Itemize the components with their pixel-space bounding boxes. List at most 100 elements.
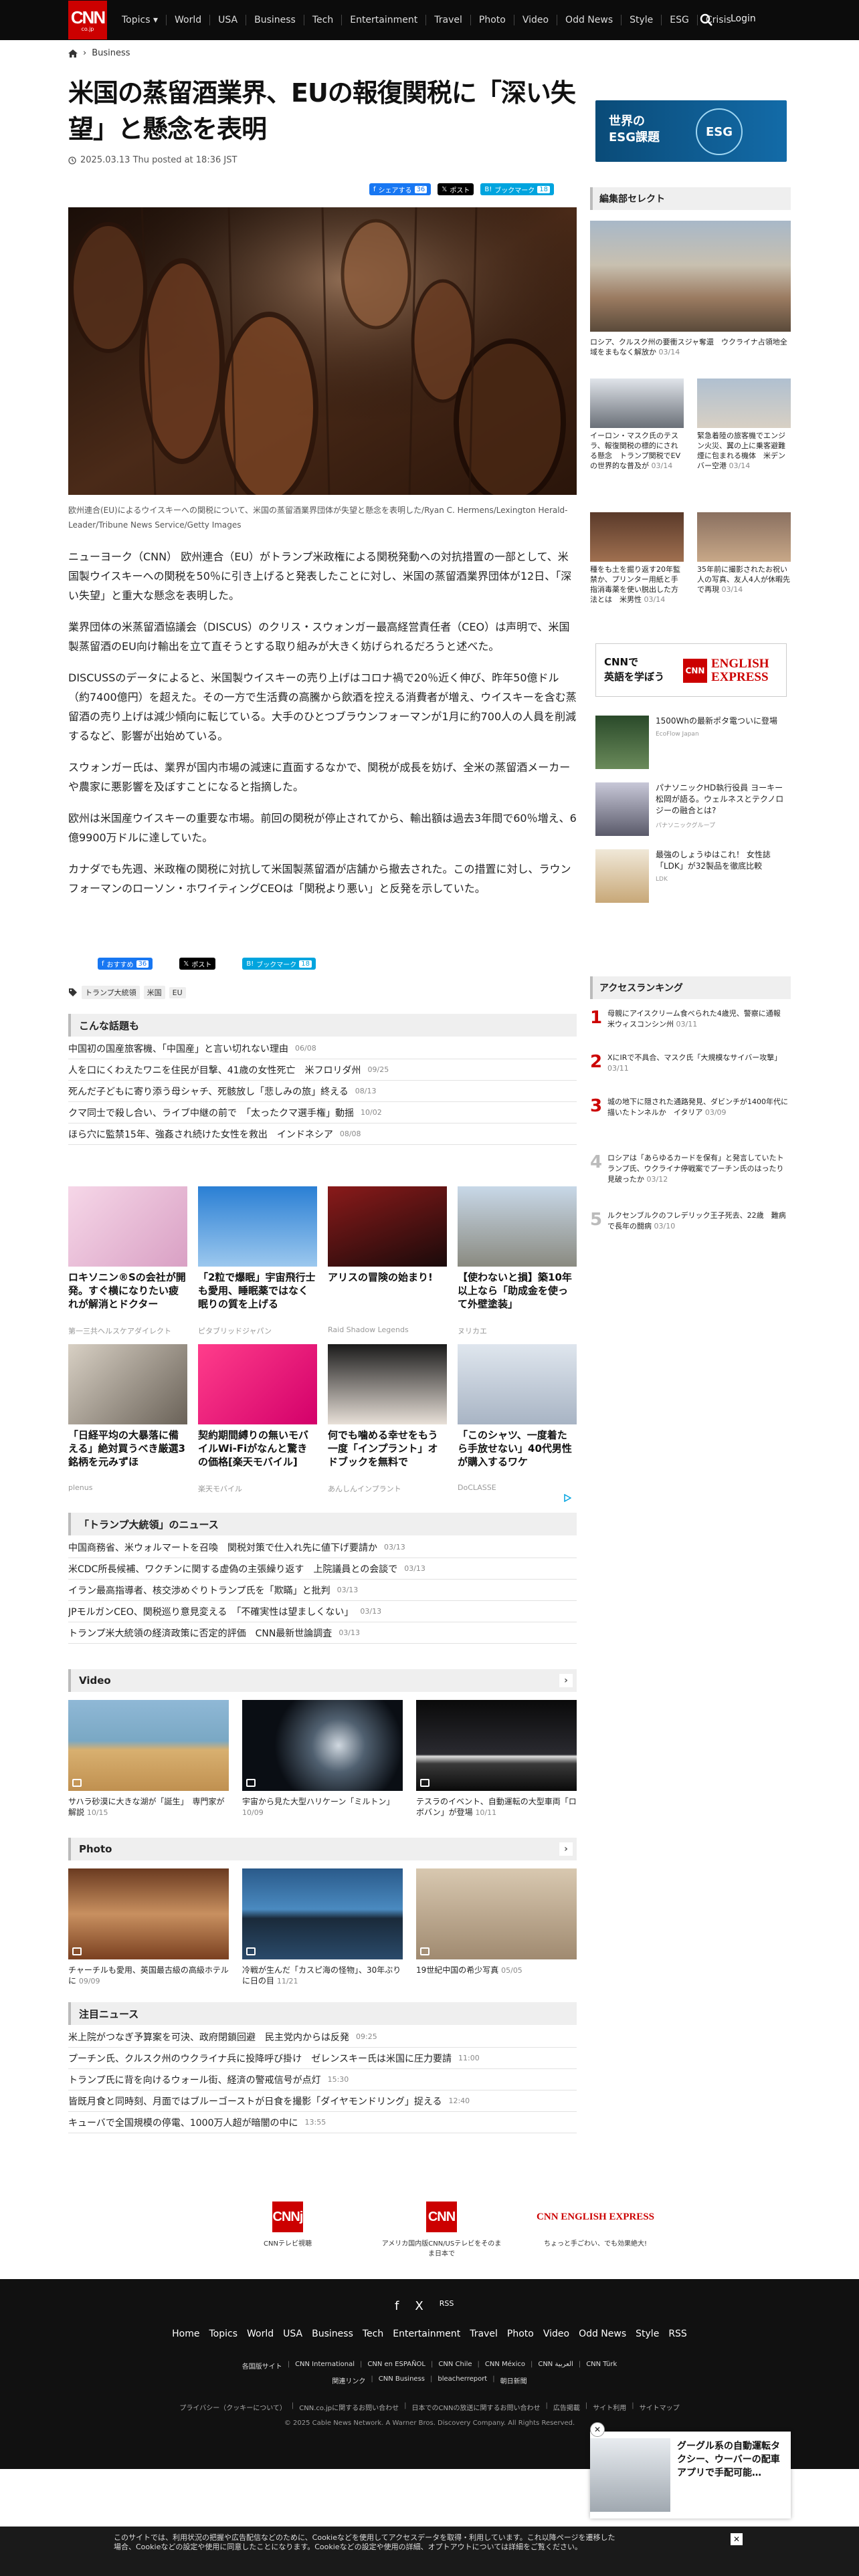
- ranking-item[interactable]: 2 XにIRで不具合、マスク氏「大規模なサイバー攻撃」 03/11: [590, 1053, 791, 1074]
- footer-link[interactable]: 広告掲載: [553, 2402, 580, 2412]
- side-ad[interactable]: 1500Whの最新ポタ電ついに登場 EcoFlow Japan: [595, 716, 789, 769]
- rss-icon[interactable]: RSS: [440, 2299, 454, 2313]
- footer-link[interactable]: CNN.co.jpに関するお問い合わせ: [299, 2402, 399, 2412]
- list-item[interactable]: 皆既月食と同時刻、月面ではブルーゴーストが日食を撮影「ダイヤモンドリング」捉える…: [68, 2090, 577, 2112]
- footer-link[interactable]: Odd News: [579, 2329, 626, 2339]
- footer-link[interactable]: プライバシー（クッキーについて）: [179, 2402, 286, 2412]
- floating-ad[interactable]: グーグル系の自動運転タクシー、ウーバーの配車アプリで手配可能…: [590, 2432, 791, 2518]
- editor-select-card[interactable]: 種をも土を掘り返す20年監禁か、プリンター用紙と手指消毒薬を使い脱出した方法とは…: [590, 512, 684, 605]
- x-post-button[interactable]: 𝕏 ポスト: [179, 958, 216, 970]
- footer-link[interactable]: Video: [543, 2329, 569, 2339]
- sponsored-card[interactable]: 「このシャツ、一度着たら手放せない」40代男性が購入するワケ DoCLASSE: [458, 1344, 577, 1494]
- tag-link[interactable]: 米国: [143, 986, 165, 999]
- footer-link[interactable]: World: [247, 2329, 274, 2339]
- footer-link[interactable]: Entertainment: [393, 2329, 460, 2339]
- facebook-icon[interactable]: f: [395, 2299, 399, 2313]
- sponsored-card[interactable]: ロキソニン®Sの会社が開発。すぐ横になりたい疲れが解消とドクター 第一三共ヘルスケ…: [68, 1186, 187, 1336]
- photo-card[interactable]: 19世紀中国の希少写真 05/05: [416, 1868, 577, 1987]
- footer-link[interactable]: サイトマップ: [640, 2402, 680, 2412]
- x-icon[interactable]: X: [415, 2299, 423, 2313]
- footer-link[interactable]: CNN en ESPAÑOL: [367, 2361, 425, 2371]
- list-item[interactable]: クマ同士で殺し合い、ライブ中継の前で 「太ったクマ選手権」動揺 10/02: [68, 1102, 577, 1123]
- list-item[interactable]: ほら穴に監禁15年、強姦され続けた女性を救出 インドネシア 08/08: [68, 1123, 577, 1145]
- sponsored-card[interactable]: 契約期間縛りの無いモバイルWi-Fiがなんと驚きの価格[楽天モバイル] 楽天モバイ…: [198, 1344, 317, 1494]
- breadcrumb-business[interactable]: Business: [92, 48, 130, 58]
- list-item[interactable]: 死んだ子どもに寄り添う母シャチ、死骸放し「悲しみの旅」終える 08/13: [68, 1081, 577, 1102]
- editor-select-main[interactable]: [590, 221, 791, 332]
- cnn-logo[interactable]: CNN co.jp: [68, 1, 107, 39]
- nav-world[interactable]: World: [167, 15, 211, 25]
- list-item[interactable]: トランプ氏に背を向けるウォール街、経済の警戒信号が点灯 15:30: [68, 2069, 577, 2090]
- facebook-recommend-button[interactable]: f おすすめ 36: [98, 958, 153, 970]
- list-item[interactable]: JPモルガンCEO、関税巡り意見変える 「不確実性は望ましくない」 03/13: [68, 1601, 577, 1622]
- ranking-item[interactable]: 5 ルクセンブルクのフレデリック王子死去、22歳 難病で長年の闘病 03/10: [590, 1210, 791, 1232]
- footer-link[interactable]: Home: [172, 2329, 199, 2339]
- list-item[interactable]: キューバで全国規模の停電、1000万人超が暗闇の中に 13:55: [68, 2112, 577, 2133]
- nav-photo[interactable]: Photo: [471, 15, 514, 25]
- photo-card[interactable]: 冷戦が生んだ「カスピ海の怪物」、30年ぶりに日の目 11/21: [242, 1868, 403, 1987]
- footer-link[interactable]: CNN México: [485, 2361, 525, 2371]
- promo-english-express[interactable]: CNN ENGLISH EXPRESS ちょっと手ごわい、でも効果絶大!: [535, 2200, 656, 2258]
- hatena-bookmark-button[interactable]: B! ブックマーク 18: [242, 958, 316, 970]
- editor-select-card[interactable]: 緊急着陸の旅客機でエンジン火災、翼の上に乗客避難 煙に包まれる機体 米デンバー空…: [697, 379, 791, 471]
- nav-style[interactable]: Style: [622, 15, 662, 25]
- close-icon[interactable]: ✕: [590, 2422, 605, 2437]
- facebook-share-button[interactable]: f シェアする 36: [369, 183, 432, 195]
- list-item[interactable]: 中国初の国産旅客機、「中国産」と言い切れない理由 06/08: [68, 1038, 577, 1059]
- video-card[interactable]: 宇宙から見た大型ハリケーン「ミルトン」 10/09: [242, 1700, 403, 1818]
- nav-usa[interactable]: USA: [210, 15, 247, 25]
- list-item[interactable]: トランプ米大統領の経済政策に否定的評価 CNN最新世論調査 03/13: [68, 1622, 577, 1644]
- footer-link[interactable]: RSS: [668, 2329, 687, 2339]
- tag-link[interactable]: トランプ大統領: [82, 986, 140, 999]
- close-icon[interactable]: ✕: [731, 2533, 743, 2545]
- list-item[interactable]: 米上院がつなぎ予算案を可決、政府閉鎖回避 民主党内からは反発 09:25: [68, 2026, 577, 2048]
- footer-link[interactable]: 朝日新聞: [500, 2375, 527, 2385]
- sponsored-card[interactable]: アリスの冒険の始まり! Raid Shadow Legends: [328, 1186, 447, 1336]
- x-post-button[interactable]: 𝕏 ポスト: [438, 183, 474, 195]
- list-item[interactable]: 米CDC所長候補、ワクチンに関する虚偽の主張繰り返す 上院議員との会談で 03/1…: [68, 1558, 577, 1580]
- english-express-banner[interactable]: CNNで 英語を学ぼう CNN ENGLISH EXPRESS: [595, 643, 787, 697]
- photo-card[interactable]: チャーチルも愛用、英国最古級の高級ホテルに 09/09: [68, 1868, 229, 1987]
- nav-tech[interactable]: Tech: [304, 15, 343, 25]
- footer-link[interactable]: サイト利用: [593, 2402, 626, 2412]
- footer-link[interactable]: Tech: [363, 2329, 383, 2339]
- editor-select-card[interactable]: 35年前に撮影されたお祝い人の写真、友人4人が休暇先で再現 03/14: [697, 512, 791, 605]
- home-icon[interactable]: [68, 49, 78, 58]
- tag-link[interactable]: EU: [169, 986, 186, 998]
- esg-banner[interactable]: 世界の ESG課題 ESG: [595, 100, 787, 162]
- hatena-bookmark-button[interactable]: B! ブックマーク 18: [480, 183, 554, 195]
- promo-cnn-us[interactable]: CNN アメリカ国内版CNN/USテレビをそのまま日本で: [381, 2200, 502, 2258]
- search-icon[interactable]: [700, 13, 713, 27]
- nav-esg[interactable]: ESG: [662, 15, 698, 25]
- nav-business[interactable]: Business: [246, 15, 304, 25]
- footer-link[interactable]: USA: [283, 2329, 302, 2339]
- list-item[interactable]: イラン最高指導者、核交渉めぐりトランプ氏を「欺瞞」と批判 03/13: [68, 1580, 577, 1601]
- nav-topics[interactable]: Topics ▾: [114, 15, 167, 25]
- footer-link[interactable]: 日本でのCNNの放送に関するお問い合わせ: [412, 2402, 541, 2412]
- promo-cnnj[interactable]: CNNj CNNテレビ視聴: [227, 2200, 348, 2258]
- login-link[interactable]: Login: [731, 13, 756, 24]
- sponsored-card[interactable]: 何でも噛める幸せをもう一度「インプラント」オドブックを無料で あんしんインプラント: [328, 1344, 447, 1494]
- side-ad[interactable]: 最強のしょうゆはこれ！ 女性誌「LDK」が32製品を徹底比較 LDK: [595, 849, 789, 903]
- nav-video[interactable]: Video: [514, 15, 558, 25]
- list-item[interactable]: 人を口にくわえたワニを住民が目撃、41歳の女性死亡 米フロリダ州 09/25: [68, 1059, 577, 1081]
- list-item[interactable]: 中国商務省、米ウォルマートを召喚 関税対策で仕入れ先に値下げ要請か 03/13: [68, 1537, 577, 1558]
- footer-link[interactable]: Travel: [470, 2329, 498, 2339]
- list-item[interactable]: プーチン氏、クルスク州のウクライナ兵に投降呼び掛け ゼレンスキー氏は米国に圧力要…: [68, 2048, 577, 2069]
- ranking-item[interactable]: 3 城の地下に隠された通路発見、ダビンチが1400年代に描いたトンネルか イタリア…: [590, 1097, 791, 1118]
- ranking-item[interactable]: 1 母親にアイスクリーム食べられた4歳児、警察に通報 米ウィスコンシン州 03/1…: [590, 1008, 791, 1030]
- footer-link[interactable]: Style: [636, 2329, 659, 2339]
- sponsored-card[interactable]: 「日経平均の大暴落に備える」絶対買うべき厳選3銘柄を元みずほ plenus: [68, 1344, 187, 1494]
- adchoices-icon[interactable]: [563, 1494, 571, 1502]
- side-ad[interactable]: パナソニックHD執行役員 ヨーキー松岡が語る。ウェルネスとテクノロジーの融合とは…: [595, 782, 789, 836]
- footer-link[interactable]: Topics: [209, 2329, 238, 2339]
- footer-link[interactable]: CNN العربية: [538, 2361, 573, 2371]
- video-card[interactable]: サハラ砂漠に大きな湖が「誕生」 専門家が解説 10/15: [68, 1700, 229, 1818]
- footer-link[interactable]: bleacherreport: [438, 2375, 487, 2385]
- nav-odd-news[interactable]: Odd News: [557, 15, 622, 25]
- footer-link[interactable]: CNN International: [295, 2361, 355, 2371]
- sponsored-card[interactable]: 【使わないと損】築10年以上なら「助成金を使って外壁塗装」 ヌリカエ: [458, 1186, 577, 1336]
- footer-link[interactable]: CNN Business: [379, 2375, 425, 2385]
- ranking-item[interactable]: 4 ロシアは「あらゆるカードを保有」と発言していたトランプ氏、ウクライナ停戦案でプ…: [590, 1153, 791, 1185]
- nav-travel[interactable]: Travel: [426, 15, 471, 25]
